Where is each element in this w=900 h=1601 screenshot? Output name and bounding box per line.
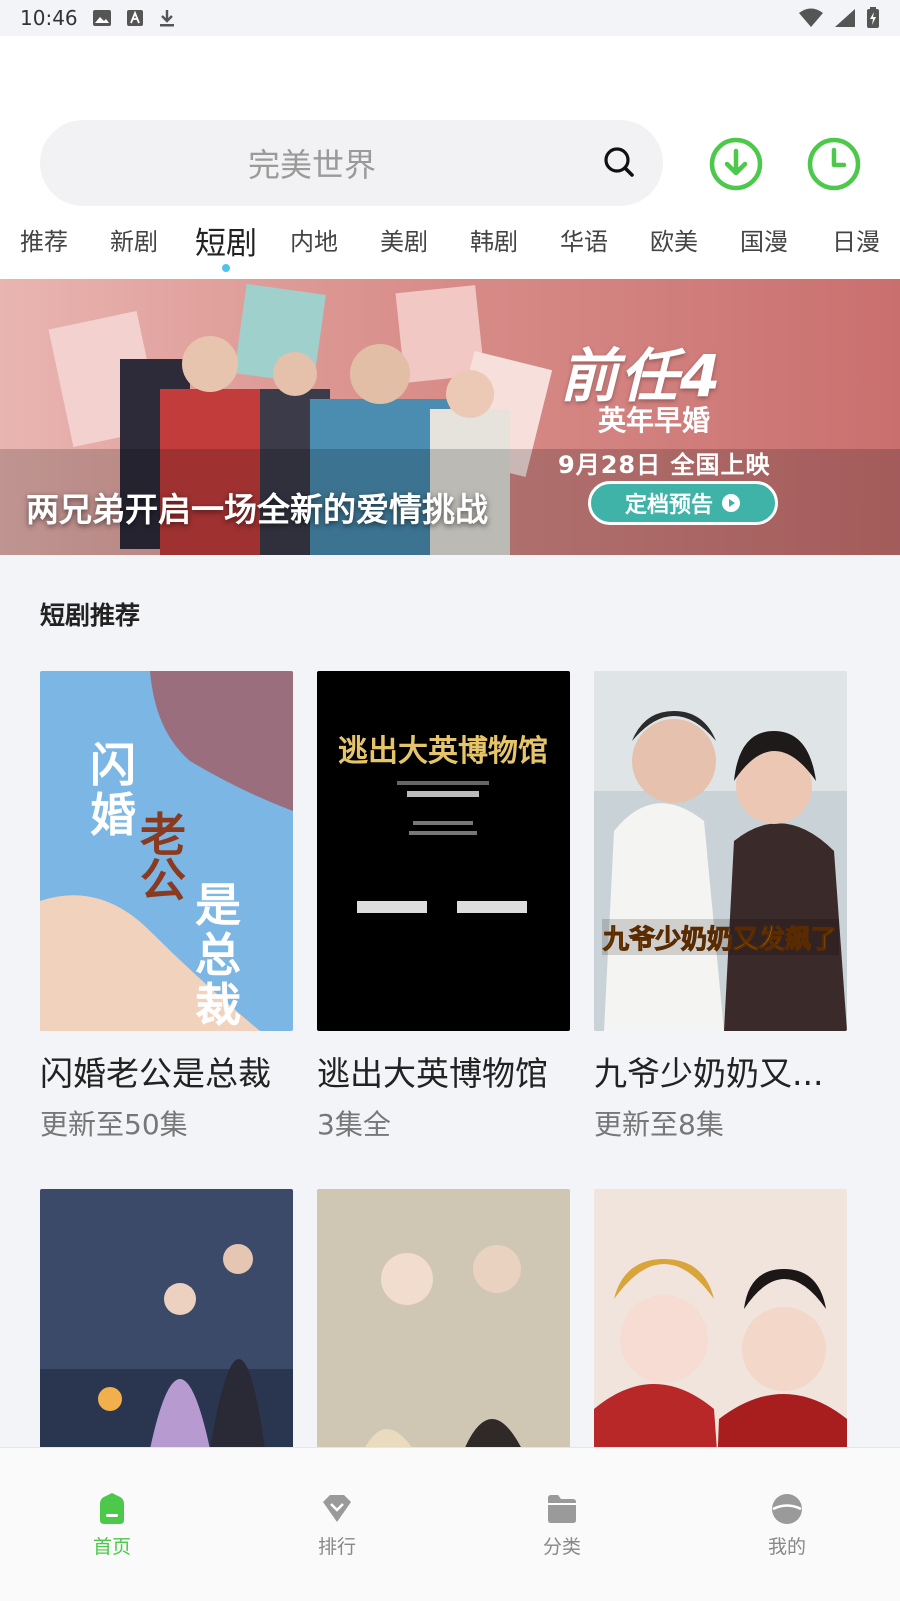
banner[interactable]: 前任4 英年早婚 9月28日 全国上映 定档预告 两兄弟开启一场全新的爱情挑战: [0, 279, 900, 555]
drama-poster: 闪 婚 老 公 是 总 裁: [40, 671, 293, 1031]
drama-card[interactable]: 逃出大英博物馆 逃出大英博物馆 3集全: [317, 671, 570, 1141]
tab-short-drama-label: 短剧: [195, 226, 257, 262]
profile-icon: [772, 1494, 802, 1524]
drama-episodes: 更新至8集: [594, 1108, 724, 1141]
banner-trailer-button[interactable]: 定档预告: [588, 481, 778, 525]
status-bar: 10:46: [0, 0, 900, 36]
search-input[interactable]: 完美世界: [40, 120, 663, 206]
svg-text:裁: 裁: [195, 978, 241, 1031]
category-icon: [548, 1495, 576, 1523]
status-time: 10:46: [20, 6, 78, 30]
drama-episodes: 3集全: [317, 1108, 391, 1141]
tab-mainland[interactable]: 内地: [290, 222, 338, 257]
nav-profile-label: 我的: [767, 1536, 806, 1558]
tab-new[interactable]: 新剧: [110, 222, 158, 257]
banner-trailer-label: 定档预告: [624, 493, 713, 518]
nav-category[interactable]: 分类: [512, 1492, 612, 1559]
play-icon: [722, 494, 740, 512]
drama-episodes: 更新至50集: [40, 1108, 188, 1141]
download-notification-icon: [159, 10, 174, 27]
nav-home-label: 首页: [92, 1536, 131, 1558]
tab-short-drama[interactable]: 短剧: [195, 218, 257, 272]
status-left: 10:46: [20, 6, 176, 30]
svg-text:公: 公: [140, 853, 186, 907]
nav-ranking-label: 排行: [317, 1536, 356, 1558]
svg-text:逃出大英博物馆: 逃出大英博物馆: [338, 734, 548, 769]
download-icon[interactable]: [708, 136, 764, 192]
banner-caption: 两兄弟开启一场全新的爱情挑战: [26, 490, 488, 529]
font-notification-icon: [126, 10, 143, 26]
active-tab-indicator: [222, 264, 230, 272]
banner-release-date: 9月28日 全国上映: [558, 451, 771, 479]
tab-recommend[interactable]: 推荐: [20, 222, 68, 257]
drama-card[interactable]: 九爷少奶奶又发飙了 九爷少奶奶又... 更新至8集: [594, 671, 847, 1141]
history-icon[interactable]: [806, 136, 862, 192]
search-placeholder: 完美世界: [248, 146, 377, 184]
tab-chinese[interactable]: 华语: [560, 222, 608, 257]
svg-text:是: 是: [195, 878, 241, 932]
tab-western[interactable]: 欧美: [650, 222, 698, 257]
svg-text:九爷少奶奶又发飙了: 九爷少奶奶又发飙了: [602, 924, 837, 955]
drama-title: 闪婚老公是总裁: [40, 1054, 271, 1093]
tab-japanese-anime[interactable]: 日漫: [832, 222, 880, 257]
svg-text:婚: 婚: [90, 788, 136, 842]
tab-us[interactable]: 美剧: [380, 222, 428, 257]
nav-ranking[interactable]: 排行: [287, 1492, 387, 1559]
status-right: [798, 7, 880, 29]
tab-domestic-anime[interactable]: 国漫: [740, 222, 788, 257]
signal-icon: [835, 9, 855, 27]
ranking-icon: [323, 1495, 351, 1522]
drama-title: 逃出大英博物馆: [317, 1054, 548, 1093]
nav-profile[interactable]: 我的: [737, 1492, 837, 1559]
home-icon: [100, 1493, 124, 1524]
banner-subtitle: 英年早婚: [598, 404, 711, 437]
drama-title: 九爷少奶奶又...: [594, 1054, 824, 1093]
category-tabs: 推荐 新剧 短剧 内地 美剧 韩剧 华语 欧美 国漫 日漫: [0, 222, 900, 274]
battery-icon: [867, 7, 879, 28]
tab-korean[interactable]: 韩剧: [470, 222, 518, 257]
bottom-navigation: 首页 排行 分类 我的: [0, 1447, 900, 1601]
svg-text:闪: 闪: [90, 738, 136, 792]
section-title: 短剧推荐: [40, 601, 141, 630]
drama-poster: 逃出大英博物馆: [317, 671, 570, 1031]
wifi-icon: [799, 8, 823, 27]
svg-text:总: 总: [195, 928, 241, 982]
drama-card[interactable]: 闪 婚 老 公 是 总 裁 闪婚老公是总裁 更新至50集: [40, 671, 293, 1141]
drama-poster: 九爷少奶奶又发飙了: [594, 671, 847, 1031]
image-notification-icon: [92, 10, 111, 26]
nav-category-label: 分类: [542, 1536, 581, 1558]
search-icon[interactable]: [601, 144, 637, 180]
nav-home[interactable]: 首页: [62, 1492, 162, 1559]
